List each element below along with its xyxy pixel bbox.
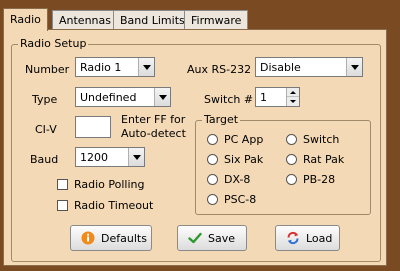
number-value: Radio 1 xyxy=(80,61,122,74)
tab-band-limits[interactable]: Band Limits xyxy=(113,10,192,30)
tab-radio[interactable]: Radio xyxy=(3,8,48,31)
target-option-label: DX-8 xyxy=(224,173,251,186)
radio-button[interactable] xyxy=(286,174,297,185)
target-option-label: Rat Pak xyxy=(303,153,345,166)
target-option-label: PB-28 xyxy=(303,173,336,186)
chevron-down-icon[interactable] xyxy=(128,148,144,166)
chevron-down-icon[interactable] xyxy=(138,58,154,76)
aux-rs232-select[interactable]: Disable xyxy=(255,57,363,77)
tab-bar: Radio Antennas Band Limits Firmware xyxy=(0,8,400,31)
checkbox-box[interactable] xyxy=(57,179,68,190)
defaults-label: Defaults xyxy=(101,232,147,245)
target-option-label: PC App xyxy=(224,133,264,146)
switch-number-label: Switch # xyxy=(204,93,254,106)
chevron-down-icon[interactable] xyxy=(154,88,170,106)
baud-label: Baud xyxy=(30,153,59,166)
save-label: Save xyxy=(208,232,236,245)
radio-timeout-label: Radio Timeout xyxy=(74,199,154,212)
civ-hint-line1: Enter FF for xyxy=(121,113,186,126)
stepper-buttons xyxy=(286,88,299,106)
load-label: Load xyxy=(306,232,333,245)
save-button[interactable]: Save xyxy=(177,225,247,251)
aux-rs232-value: Disable xyxy=(260,61,301,74)
info-icon xyxy=(81,231,95,245)
chevron-down-icon[interactable] xyxy=(346,58,362,76)
defaults-button[interactable]: Defaults xyxy=(70,225,152,251)
target-title: Target xyxy=(202,113,241,126)
checkmark-icon xyxy=(188,232,202,244)
target-option-label: PSC-8 xyxy=(224,193,257,206)
switch-number-stepper[interactable]: 1 xyxy=(255,87,300,107)
number-label: Number xyxy=(25,63,70,76)
tab-antennas[interactable]: Antennas xyxy=(52,10,118,30)
tab-firmware[interactable]: Firmware xyxy=(184,10,249,30)
radio-polling-checkbox[interactable]: Radio Polling xyxy=(57,178,157,192)
civ-hint-line2: Auto-detect xyxy=(121,127,186,140)
radio-button[interactable] xyxy=(207,194,218,205)
civ-label: CI-V xyxy=(35,123,57,136)
refresh-icon xyxy=(287,231,299,245)
radio-button[interactable] xyxy=(207,134,218,145)
baud-value: 1200 xyxy=(80,151,108,164)
radio-button[interactable] xyxy=(286,134,297,145)
radio-polling-label: Radio Polling xyxy=(74,178,145,191)
type-value: Undefined xyxy=(80,91,137,104)
stepper-down-icon[interactable] xyxy=(287,97,299,106)
target-option-label: Switch xyxy=(303,133,340,146)
checkbox-box[interactable] xyxy=(57,200,68,211)
type-label: Type xyxy=(32,93,58,106)
number-select[interactable]: Radio 1 xyxy=(75,57,155,77)
radio-button[interactable] xyxy=(286,154,297,165)
stepper-up-icon[interactable] xyxy=(287,88,299,97)
aux-rs232-label: Aux RS-232 xyxy=(187,63,252,76)
target-option-label: Six Pak xyxy=(224,153,264,166)
radio-tab-panel: Radio Setup Number Radio 1 Aux RS-232 Di… xyxy=(3,29,387,266)
civ-address-input[interactable] xyxy=(75,116,111,138)
baud-select[interactable]: 1200 xyxy=(75,147,145,167)
load-button[interactable]: Load xyxy=(275,225,340,251)
radio-button[interactable] xyxy=(207,174,218,185)
target-group: Target xyxy=(195,113,371,215)
radio-button[interactable] xyxy=(207,154,218,165)
radio-timeout-checkbox[interactable]: Radio Timeout xyxy=(57,199,157,213)
type-select[interactable]: Undefined xyxy=(75,87,171,107)
switch-number-value: 1 xyxy=(260,91,267,104)
radio-setup-title: Radio Setup xyxy=(18,37,89,50)
